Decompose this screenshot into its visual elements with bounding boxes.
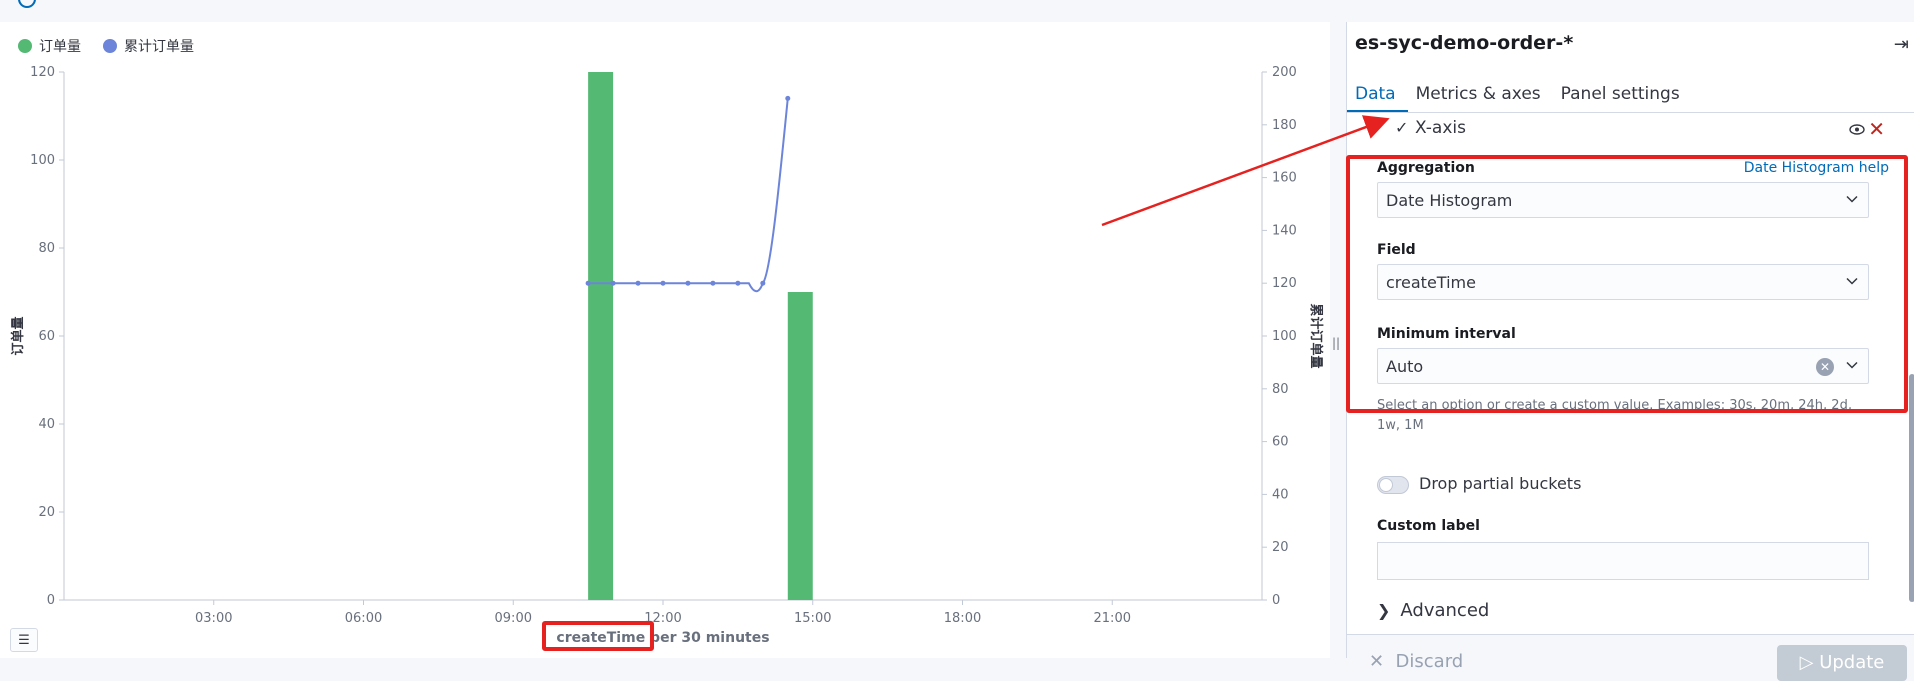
line-point (710, 280, 716, 286)
line-point (735, 280, 741, 286)
legend-label: 累计订单量 (124, 39, 194, 55)
legend-dot (103, 39, 117, 53)
chart-panel: 0 20 40 60 80 100 120 0 20 40 60 80 100 120 140 160 180 2… (0, 22, 1330, 658)
close-icon: ✕ (1369, 651, 1385, 672)
annotation-highlight-box (542, 621, 654, 651)
line-point (685, 280, 691, 286)
y-right-tick-label: 40 (1272, 487, 1289, 502)
collapse-sidebar-icon[interactable]: ⇥ (1894, 34, 1909, 55)
y-left-tick-label: 40 (38, 417, 55, 432)
advanced-toggle[interactable]: ❯ Advanced (1377, 600, 1489, 621)
update-button[interactable]: ▷ Update (1777, 645, 1907, 681)
custom-label-label: Custom label (1377, 518, 1480, 534)
legend-label: 订单量 (39, 39, 81, 55)
legend-dot (18, 39, 32, 53)
y-right-tick-label: 180 (1272, 118, 1297, 133)
y-left-tick-label: 100 (30, 153, 55, 168)
switch-knob (1379, 478, 1393, 492)
y-right-tick-label: 60 (1272, 435, 1289, 450)
drop-partial-buckets-switch[interactable] (1377, 476, 1409, 494)
advanced-label: Advanced (1400, 600, 1490, 621)
y-left-tick-label: 60 (38, 329, 55, 344)
y-right-tick-label: 80 (1272, 382, 1289, 397)
discard-label: Discard (1395, 651, 1464, 672)
x-tick-label: 18:00 (944, 611, 981, 626)
y-right-tick-label: 0 (1272, 593, 1280, 608)
bar (787, 292, 813, 600)
custom-label-input[interactable] (1377, 542, 1869, 580)
eye-icon[interactable] (1849, 124, 1865, 135)
y-right-tick-label: 20 (1272, 540, 1289, 555)
y-right-tick-label: 140 (1272, 223, 1297, 238)
chart-legend: 订单量 累计订单量 (18, 36, 194, 56)
drop-partial-buckets-label: Drop partial buckets (1419, 474, 1582, 493)
legend-item-order-count[interactable]: 订单量 (18, 36, 81, 56)
line-point (635, 280, 641, 286)
y-left-tick-label: 80 (38, 241, 55, 256)
update-label: Update (1819, 652, 1885, 673)
cumulative-line (588, 98, 789, 293)
xaxis-bucket-header[interactable]: ✓ X-axis ✕ (1355, 116, 1895, 144)
y-right-tick-label: 100 (1272, 329, 1297, 344)
y-right-axis-title: 累计订单量 (1308, 303, 1324, 368)
chevron-down-icon[interactable]: ✓ (1395, 118, 1408, 137)
y-right-tick-label: 120 (1272, 276, 1297, 291)
y-right-tick-label: 160 (1272, 171, 1297, 186)
chevron-right-icon: ❯ (1377, 601, 1391, 620)
y-right-tick-label: 200 (1272, 65, 1297, 80)
line-point (660, 280, 666, 286)
x-tick-label: 09:00 (495, 611, 532, 626)
remove-bucket-icon[interactable]: ✕ (1868, 117, 1885, 141)
x-tick-label: 15:00 (794, 611, 831, 626)
info-icon (18, 0, 36, 8)
list-icon: ☰ (18, 632, 30, 648)
panel-resize-handle[interactable]: || (1332, 336, 1340, 350)
editor-tabs: Data Metrics & axes Panel settings (1347, 78, 1914, 113)
annotation-highlight-box (1346, 155, 1908, 413)
x-tick-label: 03:00 (195, 611, 232, 626)
line-point (785, 95, 791, 101)
legend-item-cumulative-count[interactable]: 累计订单量 (103, 36, 194, 56)
line-point (610, 280, 616, 286)
play-icon: ▷ (1799, 652, 1814, 673)
discard-button[interactable]: ✕ Discard (1369, 651, 1463, 672)
y-left-tick-label: 20 (38, 505, 55, 520)
x-tick-label: 06:00 (345, 611, 382, 626)
chart-svg: 0 20 40 60 80 100 120 0 20 40 60 80 100 120 140 160 180 2… (10, 65, 1324, 646)
x-tick-label: 21:00 (1094, 611, 1131, 626)
tab-metrics-axes[interactable]: Metrics & axes (1408, 78, 1553, 112)
y-left-tick-label: 120 (30, 65, 55, 80)
bar (588, 72, 614, 600)
tab-panel-settings[interactable]: Panel settings (1553, 78, 1692, 112)
line-point (585, 280, 591, 286)
y-left-tick-label: 0 (47, 593, 55, 608)
legend-toggle-button[interactable]: ☰ (10, 628, 38, 652)
y-left-axis-title: 订单量 (10, 316, 26, 355)
line-point (760, 280, 766, 286)
xaxis-label: X-axis (1415, 118, 1466, 138)
scrollbar[interactable] (1909, 374, 1914, 602)
tab-data[interactable]: Data (1347, 78, 1408, 112)
index-pattern-title: es-syc-demo-order-* (1355, 32, 1574, 54)
